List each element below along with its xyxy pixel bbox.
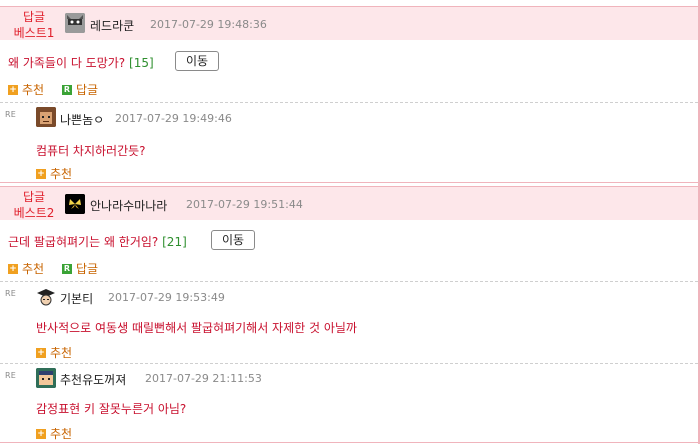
divider: [0, 102, 698, 103]
comment-date: 2017-07-29 21:11:53: [145, 372, 262, 385]
author-nick[interactable]: 나쁜놈ㅇ: [60, 111, 104, 128]
recommend-label: 추천: [50, 167, 73, 181]
comment-date: 2017-07-29 19:51:44: [186, 198, 303, 211]
plus-icon: +: [36, 428, 46, 439]
recommend-label: 추천: [50, 346, 73, 360]
reply-button[interactable]: R 답글: [62, 260, 98, 277]
recommend-label: 추천: [22, 262, 45, 276]
recommend-button[interactable]: + 추천: [36, 344, 72, 361]
comment-body: 왜 가족들이 다 도망가?: [8, 56, 126, 70]
best-comment-header: 답글 베스트2 안나라수마나라 2017-07-29 19:51:44: [0, 186, 698, 220]
reply-mark-icon: RE: [5, 289, 17, 298]
recommend-button[interactable]: + 추천: [8, 260, 44, 277]
comment-text: 왜 가족들이 다 도망가? [15]: [8, 54, 154, 71]
comment-body: 반사적으로 여동생 때릴뻔해서 팔굽혀펴기해서 자제한 것 아닐까: [36, 321, 357, 335]
best-comment-header: 답글 베스트1 레드라쿤 2017-07-29 19:48:36: [0, 6, 698, 40]
plus-icon: +: [36, 168, 46, 179]
reply-button[interactable]: R 답글: [62, 81, 98, 98]
best-label-line1: 답글: [22, 10, 46, 24]
author-nick[interactable]: 레드라쿤: [90, 17, 134, 34]
pixel-face-avatar-icon: [36, 368, 56, 388]
divider: [0, 442, 698, 443]
graduate-avatar-icon: [36, 287, 56, 307]
plus-icon: +: [8, 84, 18, 95]
author-nick[interactable]: 안나라수마나라: [90, 197, 167, 214]
raccoon-avatar-icon: [65, 13, 85, 33]
comment-date: 2017-07-29 19:48:36: [150, 18, 267, 31]
face-avatar-icon: [36, 107, 56, 127]
plus-icon: +: [8, 263, 18, 274]
comment-date: 2017-07-29 19:49:46: [115, 112, 232, 125]
reply-label: 답글: [76, 83, 99, 97]
reply-r-icon: R: [62, 84, 72, 95]
recommend-button[interactable]: + 추천: [8, 81, 44, 98]
divider: [0, 281, 698, 282]
avatar[interactable]: [65, 13, 85, 33]
best-label-line2: 베스트2: [13, 206, 55, 220]
best-label-line1: 답글: [22, 190, 46, 204]
recommend-button[interactable]: + 추천: [36, 165, 72, 182]
avatar[interactable]: [36, 287, 56, 307]
reply-label: 답글: [76, 262, 99, 276]
author-nick[interactable]: 기본티: [60, 290, 93, 307]
comment-list: 답글 베스트1 레드라쿤 2017-07-29 19:48:36 왜 가족들이 …: [0, 0, 700, 444]
divider: [0, 182, 698, 183]
move-button[interactable]: 이동: [175, 51, 220, 71]
reply-count: [15]: [129, 56, 154, 70]
recommend-label: 추천: [22, 83, 45, 97]
author-nick[interactable]: 추천유도꺼져: [60, 371, 126, 388]
plus-icon: +: [36, 347, 46, 358]
comment-date: 2017-07-29 19:53:49: [108, 291, 225, 304]
best-label-line2: 베스트1: [13, 26, 55, 40]
avatar[interactable]: [65, 194, 85, 214]
butterfly-avatar-icon: [65, 194, 85, 214]
comment-body: 근데 팔굽혀펴기는 왜 한거임?: [8, 235, 159, 249]
reply-count: [21]: [162, 235, 187, 249]
reply-r-icon: R: [62, 263, 72, 274]
divider: [0, 363, 698, 364]
comment-text: 근데 팔굽혀펴기는 왜 한거임? [21]: [8, 233, 187, 250]
avatar[interactable]: [36, 107, 56, 127]
best-label: 답글 베스트2: [10, 189, 58, 221]
recommend-label: 추천: [50, 427, 73, 441]
avatar[interactable]: [36, 368, 56, 388]
reply-mark-icon: RE: [5, 371, 17, 380]
recommend-button[interactable]: + 추천: [36, 425, 72, 442]
reply-mark-icon: RE: [5, 110, 17, 119]
move-button[interactable]: 이동: [211, 230, 256, 250]
best-label: 답글 베스트1: [10, 9, 58, 41]
comment-body: 컴퓨터 차지하러간듯?: [36, 144, 146, 158]
comment-body: 감정표현 키 잘못누른거 아님?: [36, 402, 187, 416]
